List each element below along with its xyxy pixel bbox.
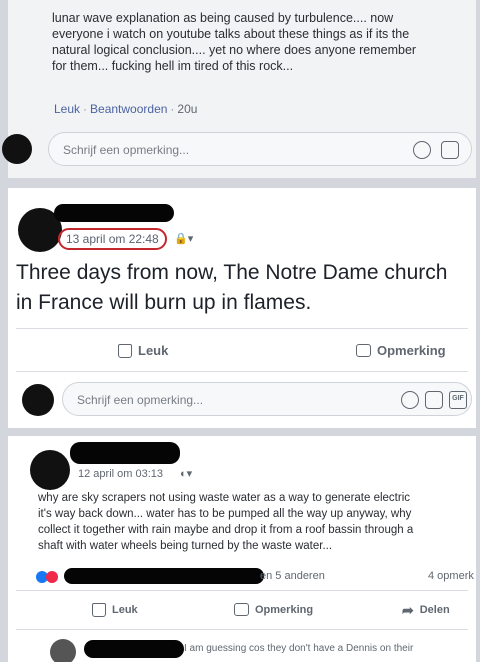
post-text: Three days from now, The Notre Dame chur… <box>16 261 448 314</box>
comment-button[interactable]: Opmerking <box>356 343 446 358</box>
comment-line: for them... fucking hell im tired of thi… <box>52 59 294 73</box>
avatar[interactable] <box>30 450 70 490</box>
thumbs-up-icon <box>118 343 132 358</box>
gif-icon[interactable]: GIF <box>449 391 467 409</box>
comment-button[interactable]: Opmerking <box>234 603 313 616</box>
like-label: Leuk <box>138 343 169 358</box>
share-icon: ➦ <box>402 602 414 618</box>
redacted-name <box>70 442 180 464</box>
comment-placeholder: Schrijf een opmerking... <box>63 143 190 157</box>
post-text: why are sky scrapers not using waste wat… <box>38 490 476 554</box>
like-button[interactable]: Leuk <box>118 343 168 358</box>
like-button[interactable]: Leuk <box>92 603 138 617</box>
reactions-count[interactable]: en 5 anderen <box>260 570 325 582</box>
redacted-names <box>64 568 264 584</box>
post-line: collect it together with rain maybe and … <box>38 524 414 536</box>
comment-meta: Leuk · Beantwoorden · 20u <box>54 102 198 116</box>
reply-link[interactable]: Beantwoorden <box>90 102 167 116</box>
lock-icon[interactable]: 🔒▾ <box>174 232 193 245</box>
globe-icon[interactable]: ◐▾ <box>180 467 192 480</box>
comment-label: Opmerking <box>255 603 314 616</box>
redacted-name <box>84 640 184 658</box>
camera-icon[interactable] <box>425 391 443 409</box>
post-timestamp[interactable]: 13 april om 22:48 <box>58 228 167 250</box>
comment-input[interactable]: Schrijf een opmerking... <box>48 132 472 166</box>
comment-icon <box>356 344 371 357</box>
comment-label: Opmerking <box>377 343 446 358</box>
comment-text: lunar wave explanation as being caused b… <box>52 10 474 74</box>
post-card: 13 april om 22:48 🔒▾ Three days from now… <box>8 188 476 428</box>
post-line: why are sky scrapers not using waste wat… <box>38 492 411 504</box>
avatar[interactable] <box>50 639 76 662</box>
like-link[interactable]: Leuk <box>54 102 80 116</box>
comment-placeholder: Schrijf een opmerking... <box>77 393 204 407</box>
share-label: Delen <box>419 604 450 616</box>
comment-line: natural logical conclusion.... yet no wh… <box>52 43 417 57</box>
like-label: Leuk <box>112 604 138 616</box>
post-timestamp[interactable]: 12 april om 03:13 <box>78 468 163 480</box>
divider <box>16 371 468 372</box>
avatar[interactable] <box>2 134 32 164</box>
divider <box>16 629 468 630</box>
emoji-icon[interactable] <box>401 391 419 409</box>
comments-count[interactable]: 4 opmerk <box>428 570 474 582</box>
comment-text: I am guessing cos they don't have a Denn… <box>184 643 414 654</box>
post-line: it's way back down... water has to be pu… <box>38 508 412 520</box>
comment-input[interactable]: Schrijf een opmerking... GIF <box>62 382 472 416</box>
post-line: shaft with water wheels being turned by … <box>38 540 333 552</box>
avatar[interactable] <box>22 384 54 416</box>
angry-reaction-icon <box>46 571 58 583</box>
divider <box>16 328 468 329</box>
post-card: 12 april om 03:13 ◐▾ why are sky scraper… <box>8 436 476 662</box>
previous-comment-card: lunar wave explanation as being caused b… <box>2 0 476 178</box>
camera-icon[interactable] <box>441 141 459 159</box>
comment-icon <box>234 603 249 616</box>
thumbs-up-icon <box>92 603 106 617</box>
share-button[interactable]: ➦ Delen <box>402 603 450 617</box>
emoji-icon[interactable] <box>413 141 431 159</box>
comment-line: lunar wave explanation as being caused b… <box>52 11 394 25</box>
comment-age: 20u <box>177 102 198 116</box>
redacted-name <box>54 204 174 222</box>
divider <box>16 590 468 591</box>
comment-line: everyone i watch on youtube talks about … <box>52 27 410 41</box>
